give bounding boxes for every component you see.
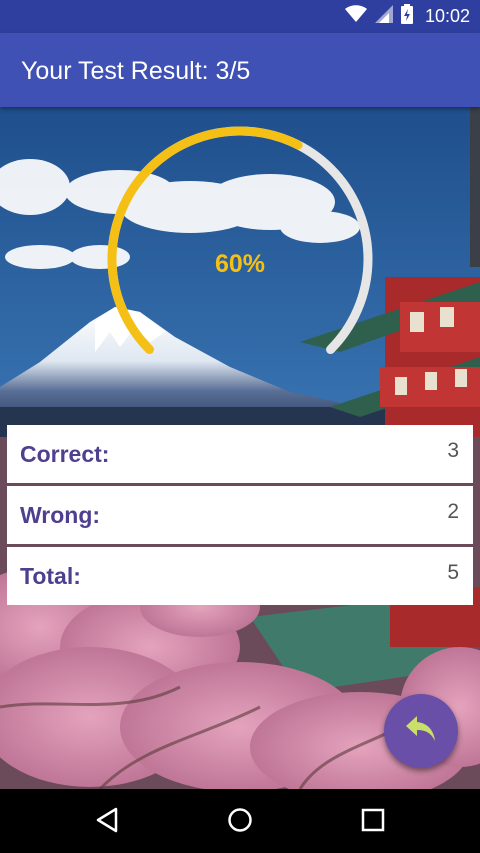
result-label: Wrong: (20, 502, 101, 528)
status-time: 10:02 (424, 6, 470, 26)
battery-icon (400, 4, 413, 29)
progress-percent-label: 60% (0, 250, 480, 279)
result-row-total: Total: 5 (7, 547, 473, 605)
home-button[interactable] (223, 805, 257, 839)
progress-percent-text: 60% (214, 250, 266, 278)
back-button[interactable] (90, 805, 124, 839)
recents-icon (360, 807, 386, 838)
result-row-wrong: Wrong: 2 (7, 486, 473, 544)
status-bar: 10:02 (0, 0, 480, 33)
page-title: Your Test Result: 3/5 (21, 57, 251, 85)
recents-button[interactable] (356, 805, 390, 839)
result-row-correct: Correct: 3 (7, 425, 473, 483)
app-bar: Your Test Result: 3/5 (0, 33, 480, 107)
result-label: Correct: (20, 441, 110, 467)
result-label: Total: (20, 563, 81, 589)
navigation-bar (0, 789, 480, 853)
reply-icon (404, 714, 438, 749)
signal-icon (374, 5, 393, 28)
result-value: 2 (447, 500, 459, 523)
home-icon (226, 806, 254, 839)
result-value: 3 (447, 439, 459, 462)
result-value: 5 (447, 561, 459, 584)
progress-arc (107, 126, 303, 355)
back-icon (94, 806, 120, 839)
wifi-icon (344, 5, 367, 28)
status-icons: 10:02 (344, 0, 470, 33)
screen: 10:02 Your Test Result: 3/5 60% Correct:… (0, 0, 480, 853)
back-fab-button[interactable] (384, 694, 458, 768)
